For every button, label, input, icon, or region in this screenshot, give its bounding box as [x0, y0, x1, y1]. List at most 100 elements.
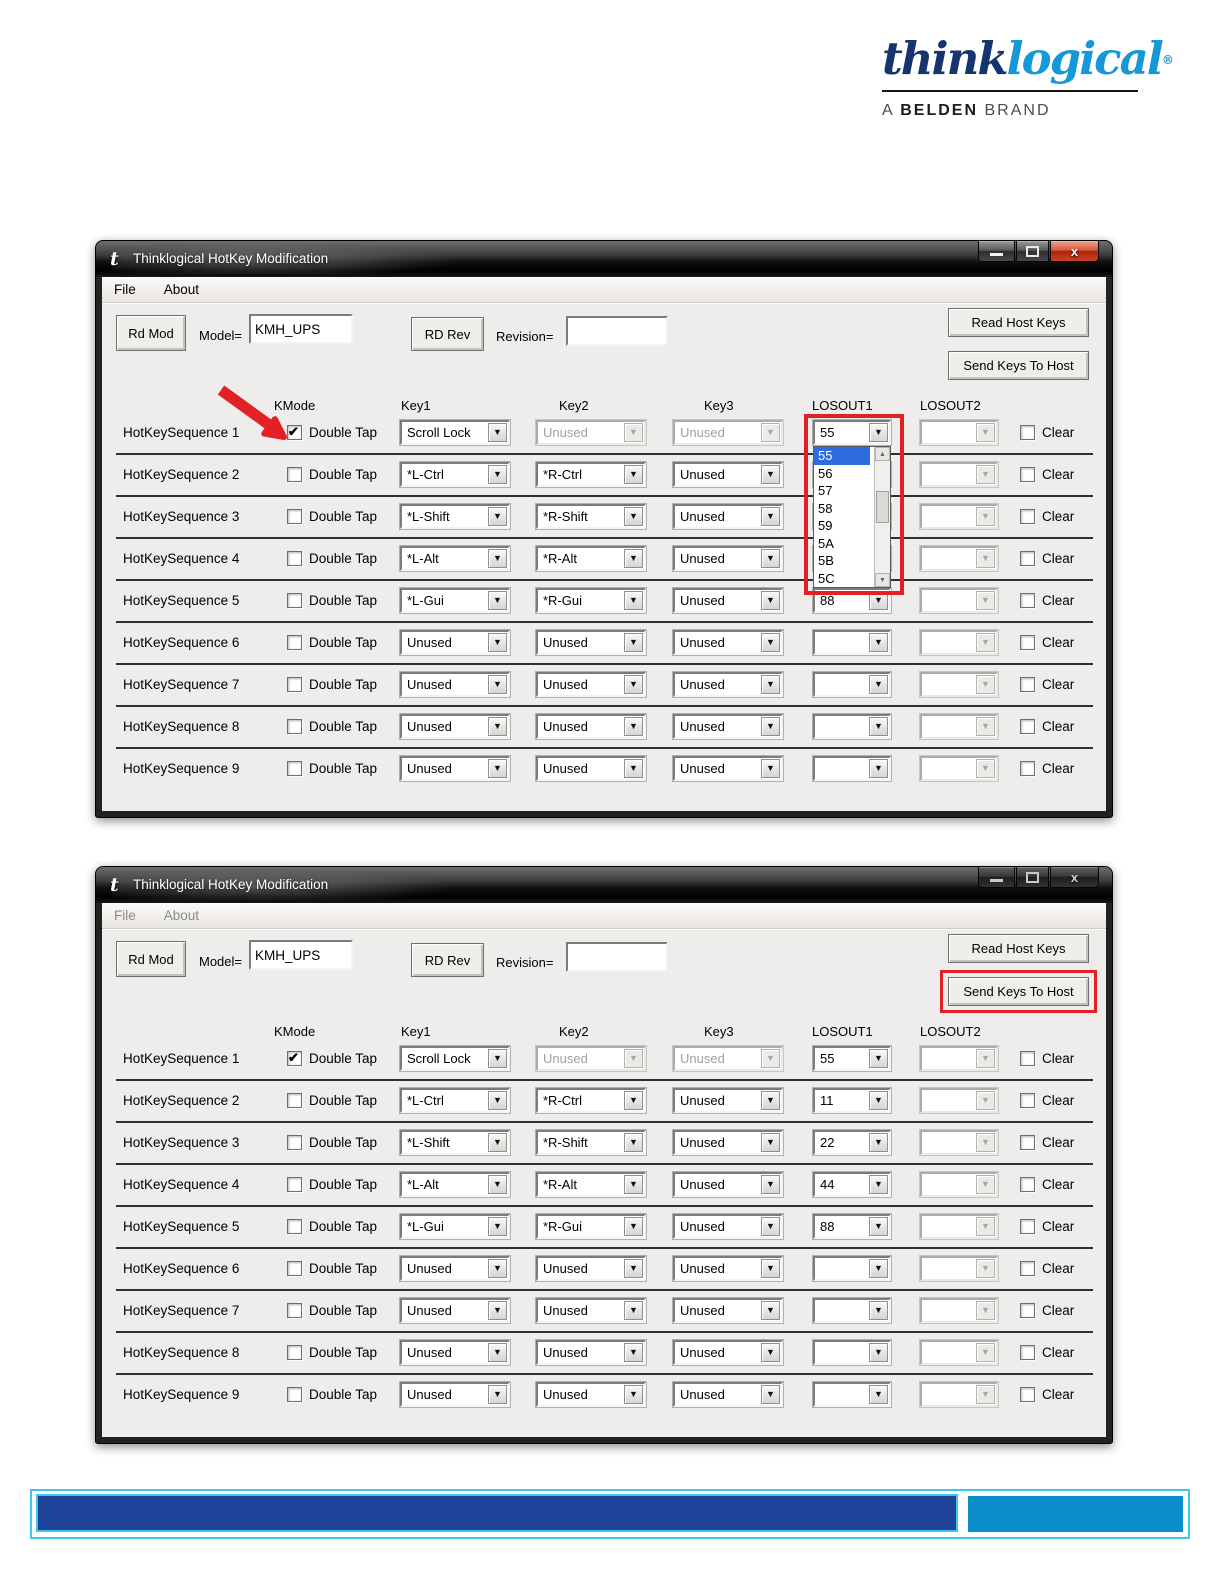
dropdown-button[interactable]: ▼ [761, 1301, 780, 1320]
dropdown-scrollbar[interactable]: ▲ ▼ [874, 447, 890, 587]
dropdown-button[interactable]: ▼ [976, 1259, 995, 1278]
dropdown-button[interactable]: ▼ [761, 549, 780, 568]
losout2-dropdown[interactable]: ▼ [920, 1088, 998, 1113]
kmode-double-tap-checkbox[interactable]: ✔ [287, 467, 302, 482]
dropdown-button[interactable]: ▼ [869, 1385, 888, 1404]
kmode-double-tap-checkbox[interactable]: ✔ [287, 593, 302, 608]
dropdown-button[interactable]: ▼ [761, 1175, 780, 1194]
kmode-double-tap-checkbox[interactable]: ✔ [287, 1093, 302, 1108]
dropdown-button[interactable]: ▼ [624, 1385, 643, 1404]
dropdown-button[interactable]: ▼ [976, 633, 995, 652]
dropdown-button[interactable]: ▼ [761, 1217, 780, 1236]
losout1-dropdown[interactable]: ▼ [813, 630, 891, 655]
menu-about[interactable]: About [164, 908, 199, 923]
clear-checkbox[interactable]: ✔ [1020, 1345, 1035, 1360]
dropdown-item[interactable]: 58 [814, 500, 870, 518]
dropdown-button[interactable]: ▼ [488, 465, 507, 484]
dropdown-button[interactable]: ▼ [624, 1175, 643, 1194]
read-host-keys-button[interactable]: Read Host Keys [948, 308, 1089, 337]
dropdown-item[interactable]: 5A [814, 535, 870, 553]
clear-checkbox[interactable]: ✔ [1020, 551, 1035, 566]
losout2-dropdown[interactable]: ▼ [920, 462, 998, 487]
dropdown-button[interactable]: ▼ [869, 423, 888, 442]
clear-checkbox[interactable]: ✔ [1020, 677, 1035, 692]
minimize-button[interactable] [978, 241, 1015, 262]
key1-dropdown[interactable]: *L-Ctrl ▼ [400, 462, 510, 487]
losout1-dropdown[interactable]: 88 ▼ [813, 1214, 891, 1239]
dropdown-button[interactable]: ▼ [488, 1217, 507, 1236]
dropdown-button[interactable]: ▼ [976, 1175, 995, 1194]
key1-dropdown[interactable]: *L-Shift ▼ [400, 1130, 510, 1155]
clear-checkbox[interactable]: ✔ [1020, 593, 1035, 608]
dropdown-button[interactable]: ▼ [761, 717, 780, 736]
kmode-double-tap-checkbox[interactable]: ✔ [287, 425, 302, 440]
maximize-button[interactable] [1016, 241, 1049, 262]
dropdown-button[interactable]: ▼ [869, 1343, 888, 1362]
key1-dropdown[interactable]: Unused ▼ [400, 1298, 510, 1323]
dropdown-button[interactable]: ▼ [869, 759, 888, 778]
losout2-dropdown[interactable]: ▼ [920, 1172, 998, 1197]
dropdown-button[interactable]: ▼ [761, 675, 780, 694]
key3-dropdown[interactable]: Unused ▼ [673, 630, 783, 655]
clear-checkbox[interactable]: ✔ [1020, 1135, 1035, 1150]
maximize-button[interactable] [1016, 867, 1049, 888]
dropdown-button[interactable]: ▼ [761, 507, 780, 526]
kmode-double-tap-checkbox[interactable]: ✔ [287, 1345, 302, 1360]
dropdown-button[interactable]: ▼ [488, 1301, 507, 1320]
key1-dropdown[interactable]: Unused ▼ [400, 1340, 510, 1365]
dropdown-button[interactable]: ▼ [624, 717, 643, 736]
kmode-double-tap-checkbox[interactable]: ✔ [287, 1387, 302, 1402]
key3-dropdown[interactable]: Unused ▼ [673, 1298, 783, 1323]
key3-dropdown[interactable]: Unused ▼ [673, 1130, 783, 1155]
menu-about[interactable]: About [164, 282, 199, 297]
key2-dropdown[interactable]: Unused ▼ [536, 420, 646, 445]
dropdown-button[interactable]: ▼ [761, 1385, 780, 1404]
dropdown-button[interactable]: ▼ [761, 1133, 780, 1152]
losout1-dropdown[interactable]: ▼ [813, 1382, 891, 1407]
dropdown-button[interactable]: ▼ [869, 633, 888, 652]
rd-mod-button[interactable]: Rd Mod [116, 315, 186, 351]
titlebar[interactable]: t Thinklogical HotKey Modification x [96, 241, 1112, 277]
dropdown-button[interactable]: ▼ [976, 549, 995, 568]
dropdown-button[interactable]: ▼ [761, 1259, 780, 1278]
dropdown-button[interactable]: ▼ [761, 423, 780, 442]
key1-dropdown[interactable]: Scroll Lock ▼ [400, 1046, 510, 1071]
dropdown-button[interactable]: ▼ [624, 423, 643, 442]
dropdown-button[interactable]: ▼ [976, 1343, 995, 1362]
key3-dropdown[interactable]: Unused ▼ [673, 588, 783, 613]
dropdown-button[interactable]: ▼ [761, 633, 780, 652]
dropdown-button[interactable]: ▼ [624, 465, 643, 484]
clear-checkbox[interactable]: ✔ [1020, 1093, 1035, 1108]
dropdown-button[interactable]: ▼ [976, 507, 995, 526]
key3-dropdown[interactable]: Unused ▼ [673, 1172, 783, 1197]
key1-dropdown[interactable]: Unused ▼ [400, 672, 510, 697]
losout2-dropdown[interactable]: ▼ [920, 504, 998, 529]
titlebar[interactable]: t Thinklogical HotKey Modification x [96, 867, 1112, 903]
rd-rev-button[interactable]: RD Rev [411, 317, 484, 351]
key3-dropdown[interactable]: Unused ▼ [673, 1088, 783, 1113]
losout2-dropdown[interactable]: ▼ [920, 588, 998, 613]
dropdown-button[interactable]: ▼ [869, 1091, 888, 1110]
key2-dropdown[interactable]: Unused ▼ [536, 714, 646, 739]
read-host-keys-button[interactable]: Read Host Keys [948, 934, 1089, 963]
dropdown-button[interactable]: ▼ [488, 1259, 507, 1278]
key3-dropdown[interactable]: Unused ▼ [673, 1256, 783, 1281]
kmode-double-tap-checkbox[interactable]: ✔ [287, 1051, 302, 1066]
losout2-dropdown[interactable]: ▼ [920, 1256, 998, 1281]
dropdown-button[interactable]: ▼ [624, 1133, 643, 1152]
dropdown-button[interactable]: ▼ [869, 1259, 888, 1278]
send-keys-to-host-button[interactable]: Send Keys To Host [948, 351, 1089, 380]
losout2-dropdown[interactable]: ▼ [920, 1046, 998, 1071]
clear-checkbox[interactable]: ✔ [1020, 425, 1035, 440]
key3-dropdown[interactable]: Unused ▼ [673, 756, 783, 781]
dropdown-item[interactable]: 55 [814, 447, 870, 465]
losout2-dropdown[interactable]: ▼ [920, 1130, 998, 1155]
close-button[interactable]: x [1050, 241, 1099, 262]
dropdown-button[interactable]: ▼ [624, 1259, 643, 1278]
key3-dropdown[interactable]: Unused ▼ [673, 462, 783, 487]
losout1-dropdown[interactable]: 55 ▼ [813, 1046, 891, 1071]
dropdown-button[interactable]: ▼ [869, 1301, 888, 1320]
menu-file[interactable]: File [114, 908, 136, 923]
dropdown-button[interactable]: ▼ [624, 1343, 643, 1362]
dropdown-button[interactable]: ▼ [488, 1385, 507, 1404]
